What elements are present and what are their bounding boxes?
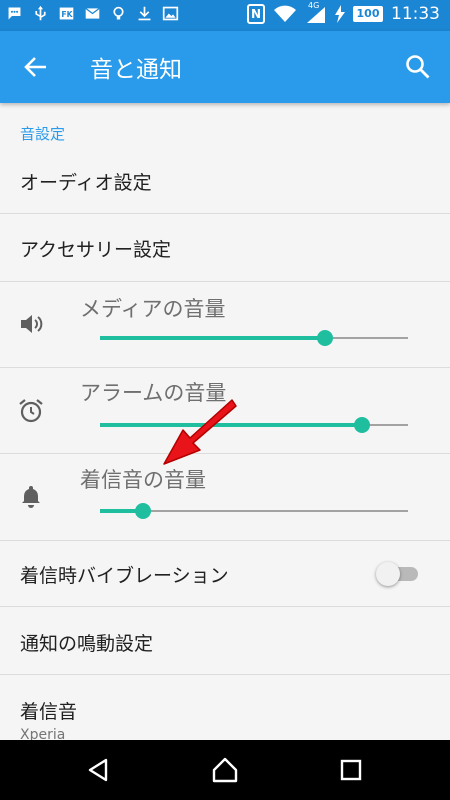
clock: 11:33 [391,4,440,24]
status-bar: FK N 4G 100 11:33 [0,0,450,31]
vibrate-toggle[interactable] [376,562,418,586]
nfc-icon: N [247,4,265,24]
cell-signal-icon: 4G [305,1,327,24]
bulb-icon [113,6,124,20]
slider-thumb[interactable] [135,503,152,519]
accessory-settings-label: アクセサリー設定 [20,239,172,261]
slider-fill [100,336,325,340]
search-icon[interactable] [400,49,436,85]
page-title: 音と通知 [90,57,182,83]
toggle-knob [376,562,400,586]
back-arrow-icon[interactable] [18,49,54,85]
vibrate-on-ring-item[interactable]: 着信時バイブレーション [0,541,450,607]
notification-vibration-label: 通知の鳴動設定 [20,633,154,655]
section-header: 音設定 [20,125,66,143]
media-volume-label: メディアの音量 [80,297,226,321]
home-icon[interactable] [210,755,240,785]
speaker-icon [21,315,43,333]
slider-thumb[interactable] [316,330,333,346]
media-volume-slider[interactable] [100,328,408,348]
audio-settings-label: オーディオ設定 [20,172,152,194]
svg-text:FK: FK [61,10,73,19]
chat-icon [8,7,21,20]
ringtone-value: Xperia [20,727,66,740]
usb-icon [35,5,46,21]
notification-icons: FK [6,5,179,22]
notification-vibration-item[interactable]: 通知の鳴動設定 [0,607,450,675]
back-triangle-icon[interactable] [84,755,114,785]
app-bar: 音と通知 [0,31,450,103]
ringtone-item[interactable]: 着信音 Xperia [0,675,450,740]
navigation-bar [0,740,450,800]
ringtone-label: 着信音 [20,701,78,723]
accessory-settings-item[interactable]: アクセサリー設定 [0,214,450,282]
wifi-icon [274,5,296,22]
slider-thumb[interactable] [353,417,370,433]
charging-icon [335,5,345,23]
alarm-clock-icon [19,399,43,423]
alarm-volume-slider[interactable] [100,415,408,435]
image-icon [162,6,179,21]
mail-icon [85,7,100,19]
system-status: N 4G 100 11:33 [247,1,440,24]
ringtone-volume-slider[interactable] [100,501,408,521]
media-volume-item: メディアの音量 [0,282,450,368]
audio-settings-item[interactable]: オーディオ設定 [0,149,450,214]
red-arrow-annotation [163,399,237,465]
fk-icon: FK [59,7,74,20]
bell-icon [22,486,40,508]
vibrate-on-ring-label: 着信時バイブレーション [20,565,229,587]
download-icon [138,6,151,21]
recent-apps-icon[interactable] [336,755,366,785]
battery-icon: 100 [353,6,383,22]
